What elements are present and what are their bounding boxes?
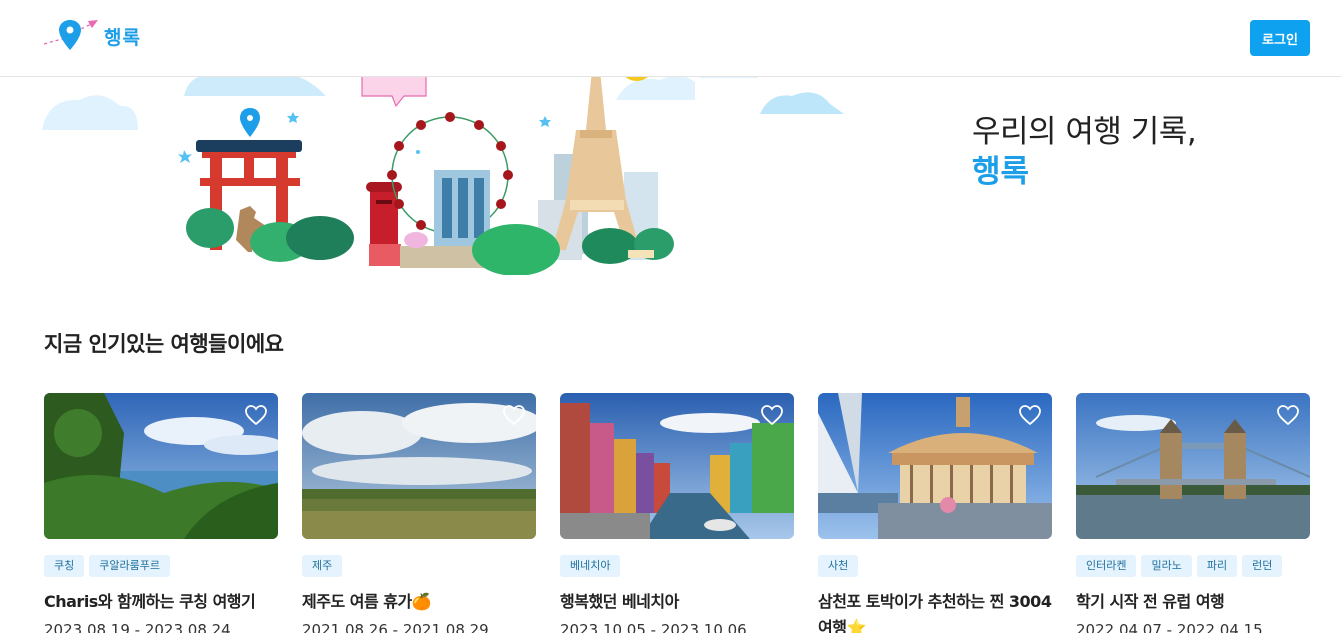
venice-canal-photo [560,393,794,539]
trip-dates: 2023.08.19 - 2023.08.24 [44,621,231,633]
hero-line-1: 우리의 여행 기록, [972,114,1197,150]
location-tag[interactable]: 런던 [1242,555,1283,577]
jeju-field-photo [302,393,536,539]
kuching-coast-photo [44,393,278,539]
heart-icon[interactable] [1018,403,1042,427]
sacheon-carousel-photo [818,393,1052,539]
trip-photo[interactable] [44,393,278,539]
trip-title[interactable]: 삼천포 토박이가 추천하는 찐 3004여행⭐ [818,589,1052,633]
hero-tagline: 우리의 여행 기록, 행록 [972,112,1197,192]
trip-card[interactable]: 인터라켄 밀라노 파리 런던 학기 시작 전 유럽 여행 2022.04.07 … [1076,393,1310,633]
trip-card[interactable]: 제주 제주도 여름 휴가🍊 2021.08.26 - 2021.08.29 [302,393,536,633]
tag-list: 인터라켄 밀라노 파리 런던 [1076,555,1283,577]
login-button[interactable]: 로그인 [1250,20,1310,56]
location-tag[interactable]: 제주 [302,555,343,577]
trip-dates: 2021.08.26 - 2021.08.29 [302,621,489,633]
heart-icon[interactable] [502,403,526,427]
location-tag[interactable]: 쿠칭 [44,555,85,577]
trip-dates: 2022.04.07 - 2022.04.15 [1076,621,1263,633]
location-tag[interactable]: 사천 [818,555,859,577]
heart-icon[interactable] [244,403,268,427]
heart-icon[interactable] [760,403,784,427]
trip-dates: 2023.10.05 - 2023.10.06 [560,621,747,633]
location-tag[interactable]: 베네치아 [560,555,621,577]
trip-card[interactable]: 베네치아 행복했던 베네치아 2023.10.05 - 2023.10.06 [560,393,794,633]
map-pin-logo-icon [43,20,98,50]
trip-photo[interactable] [302,393,536,539]
trip-card[interactable]: 쿠칭 쿠알라룸푸르 Charis와 함께하는 쿠칭 여행기 2023.08.19… [44,393,278,633]
trip-title[interactable]: 제주도 여름 휴가🍊 [302,589,536,615]
location-tag[interactable]: 쿠알라룸푸르 [89,555,170,577]
trip-photo[interactable] [1076,393,1310,539]
tag-list: 사천 [818,555,859,577]
section-title-popular-trips: 지금 인기있는 여행들이에요 [44,332,284,356]
trip-card[interactable]: 사천 삼천포 토박이가 추천하는 찐 3004여행⭐ [818,393,1052,633]
trip-title[interactable]: 학기 시작 전 유럽 여행 [1076,589,1310,615]
hero-line-2-brand: 행록 [972,154,1030,190]
location-tag[interactable]: 밀라노 [1141,555,1192,577]
top-header: 행록 로그인 [0,0,1341,77]
tag-list: 베네치아 [560,555,621,577]
trip-photo[interactable] [818,393,1052,539]
tag-list: 쿠칭 쿠알라룸푸르 [44,555,170,577]
trip-title[interactable]: Charis와 함께하는 쿠칭 여행기 [44,589,278,615]
trip-title[interactable]: 행복했던 베네치아 [560,589,794,615]
location-tag[interactable]: 파리 [1196,555,1238,577]
trip-photo[interactable] [560,393,794,539]
heart-icon[interactable] [1276,403,1300,427]
tower-bridge-photo [1076,393,1310,539]
logo[interactable]: 행록 [42,18,141,54]
travel-landmarks-illustration [42,68,844,275]
tag-list: 제주 [302,555,343,577]
logo-text: 행록 [104,26,141,49]
location-tag[interactable]: 인터라켄 [1076,555,1137,577]
